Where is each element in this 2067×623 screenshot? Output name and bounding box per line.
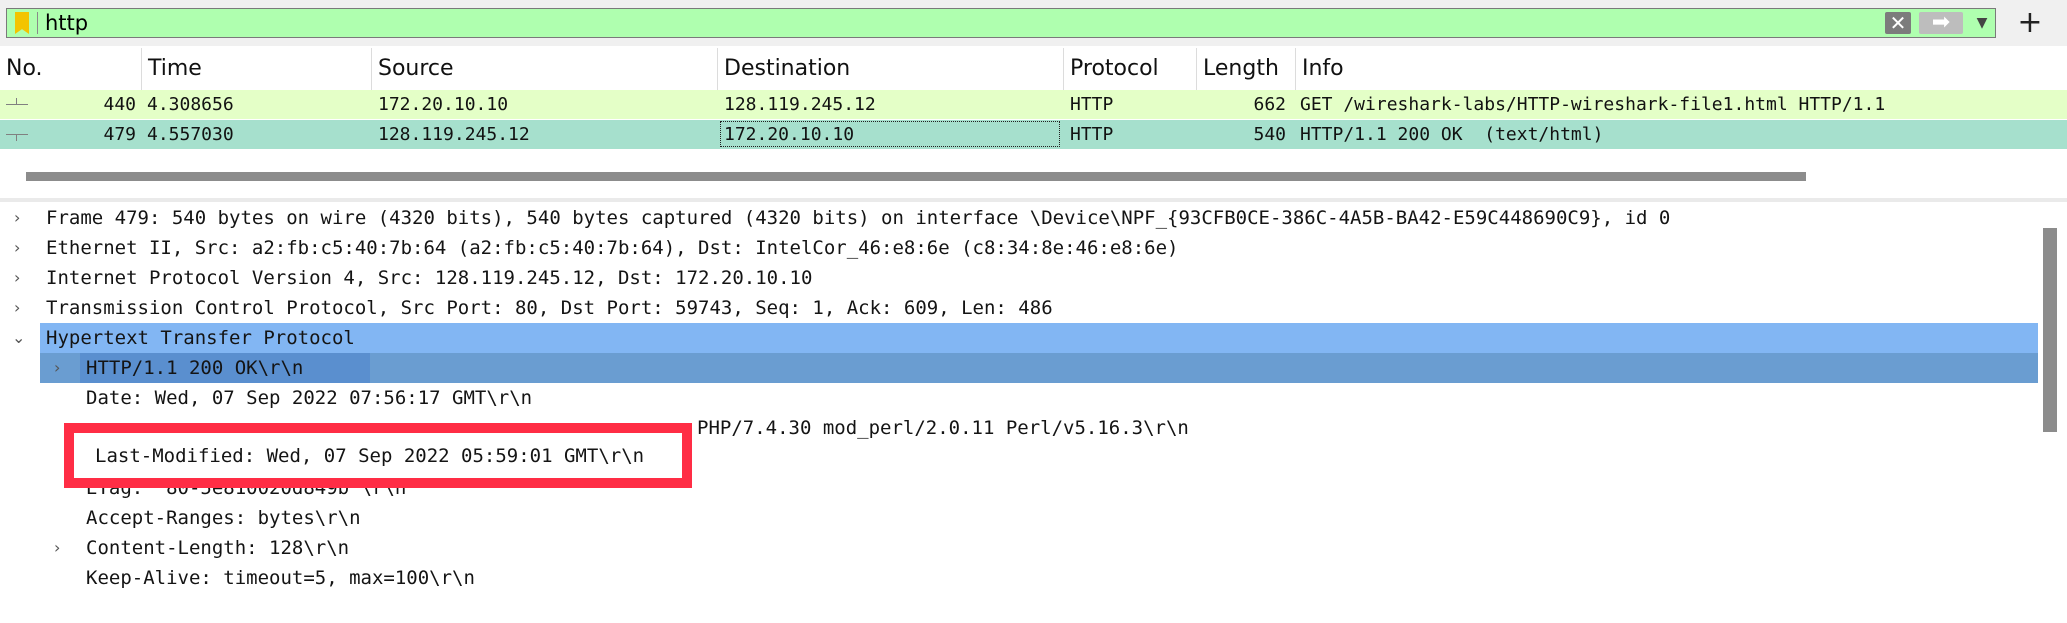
cell-no: 440: [103, 94, 136, 115]
cell-time: 4.308656: [147, 94, 234, 115]
bookmark-separator: [37, 12, 38, 34]
tree-item-ethernet[interactable]: › Ethernet II, Src: a2:fb:c5:40:7b:64 (a…: [0, 233, 2040, 263]
filter-text[interactable]: http: [45, 11, 88, 35]
tree-item-label: Date: Wed, 07 Sep 2022 07:56:17 GMT\r\n: [86, 387, 533, 409]
details-vscroll-thumb[interactable]: [2043, 228, 2057, 432]
column-header-no[interactable]: No.: [0, 48, 142, 90]
display-filter-input[interactable]: http ✕ ➡ ▼: [6, 8, 1996, 38]
cell-info: HTTP/1.1 200 OK (text/html): [1300, 124, 1604, 145]
annotation-highlight-box: Last-Modified: Wed, 07 Sep 2022 05:59:01…: [64, 423, 692, 488]
apply-filter-button[interactable]: ➡: [1919, 12, 1963, 34]
packet-row-selected[interactable]: 479 4.557030 128.119.245.12 172.20.10.10…: [0, 120, 2067, 149]
tree-item-label: PHP/7.4.30 mod_perl/2.0.11 Perl/v5.16.3\…: [697, 417, 1189, 439]
cell-protocol: HTTP: [1070, 124, 1114, 145]
clear-filter-button[interactable]: ✕: [1885, 12, 1911, 34]
tree-item-frame[interactable]: › Frame 479: 540 bytes on wire (4320 bit…: [0, 203, 2040, 233]
tree-item-label: Keep-Alive: timeout=5, max=100\r\n: [86, 567, 475, 589]
expand-arrow-icon[interactable]: ›: [14, 293, 20, 323]
cell-destination: 128.119.245.12: [724, 94, 876, 115]
column-header-info[interactable]: Info: [1296, 48, 2067, 90]
cell-source: 172.20.10.10: [378, 94, 509, 115]
column-header-protocol[interactable]: Protocol: [1064, 48, 1197, 90]
add-filter-button[interactable]: +: [2010, 6, 2050, 40]
tree-item-label: Accept-Ranges: bytes\r\n: [86, 507, 361, 529]
cell-length: 662: [1253, 94, 1286, 115]
tree-item-http[interactable]: ⌄ Hypertext Transfer Protocol: [0, 323, 2040, 353]
expand-arrow-icon[interactable]: ›: [14, 203, 20, 233]
tree-item-accept-ranges[interactable]: Accept-Ranges: bytes\r\n: [0, 503, 2040, 533]
tree-item-tcp[interactable]: › Transmission Control Protocol, Src Por…: [0, 293, 2040, 323]
tree-item-last-modified[interactable]: Last-Modified: Wed, 07 Sep 2022 05:59:01…: [95, 438, 644, 474]
expand-arrow-icon[interactable]: ›: [54, 533, 60, 563]
packet-row[interactable]: 440 4.308656 172.20.10.10 128.119.245.12…: [0, 90, 2067, 119]
collapse-arrow-icon[interactable]: ⌄: [12, 323, 25, 353]
bookmark-icon[interactable]: [15, 12, 29, 34]
cell-length: 540: [1253, 124, 1286, 145]
column-header-source[interactable]: Source: [372, 48, 718, 90]
filter-history-dropdown-icon[interactable]: ▼: [1973, 12, 1991, 34]
tree-item-label: Content-Length: 128\r\n: [86, 537, 350, 559]
expand-arrow-icon[interactable]: ›: [14, 263, 20, 293]
packet-list-hscroll-thumb[interactable]: [26, 172, 1806, 181]
column-header-destination[interactable]: Destination: [718, 48, 1064, 90]
expand-arrow-icon[interactable]: ›: [54, 353, 60, 383]
related-packet-marker-icon: [6, 98, 28, 105]
tree-item-label: Internet Protocol Version 4, Src: 128.11…: [46, 267, 813, 289]
tree-item-content-length[interactable]: › Content-Length: 128\r\n: [0, 533, 2040, 563]
column-header-time[interactable]: Time: [142, 48, 372, 90]
tree-item-label: Hypertext Transfer Protocol: [46, 327, 355, 349]
tree-item-date[interactable]: Date: Wed, 07 Sep 2022 07:56:17 GMT\r\n: [0, 383, 2040, 413]
tree-item-label: Transmission Control Protocol, Src Port:…: [46, 297, 1053, 319]
cell-info: GET /wireshark-labs/HTTP-wireshark-file1…: [1300, 94, 1886, 115]
tree-item-http-status[interactable]: › HTTP/1.1 200 OK\r\n: [0, 353, 2040, 383]
tree-item-label: Ethernet II, Src: a2:fb:c5:40:7b:64 (a2:…: [46, 237, 1179, 259]
tree-item-label: Frame 479: 540 bytes on wire (4320 bits)…: [46, 207, 1671, 229]
tree-item-label: HTTP/1.1 200 OK\r\n: [86, 357, 304, 379]
related-packet-marker-icon: [6, 134, 28, 141]
tree-item-ip[interactable]: › Internet Protocol Version 4, Src: 128.…: [0, 263, 2040, 293]
packet-list-header: No. Time Source Destination Protocol Len…: [0, 48, 2067, 91]
cell-time: 4.557030: [147, 124, 234, 145]
cell-protocol: HTTP: [1070, 94, 1114, 115]
expand-arrow-icon[interactable]: ›: [14, 233, 20, 263]
cell-no: 479: [103, 124, 136, 145]
cell-destination: 172.20.10.10: [724, 124, 855, 145]
column-header-length[interactable]: Length: [1197, 48, 1296, 90]
tree-item-keep-alive[interactable]: Keep-Alive: timeout=5, max=100\r\n: [0, 563, 2040, 593]
cell-source: 128.119.245.12: [378, 124, 530, 145]
display-filter-toolbar: http ✕ ➡ ▼ +: [0, 0, 2067, 46]
